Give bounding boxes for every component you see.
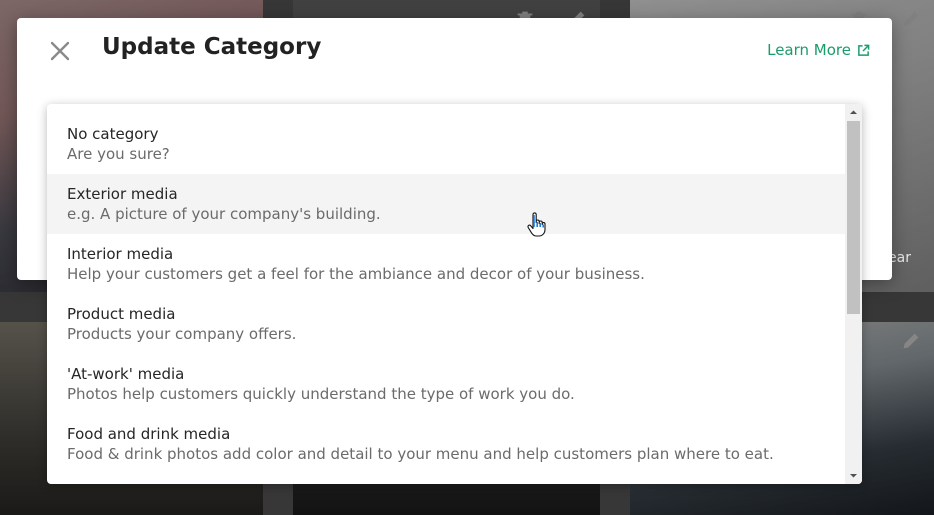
category-option[interactable]: Interior media Help your customers get a … xyxy=(47,234,845,294)
scroll-up-icon[interactable] xyxy=(845,104,862,121)
category-option[interactable]: 'At-work' media Photos help customers qui… xyxy=(47,354,845,414)
close-button[interactable] xyxy=(47,38,73,64)
category-dropdown[interactable]: No category Are you sure? Exterior media e.… xyxy=(47,104,862,484)
option-description: e.g. A picture of your company's buildin… xyxy=(67,205,381,223)
option-description: Are you sure? xyxy=(67,145,170,163)
category-option[interactable]: Exterior media e.g. A picture of your com… xyxy=(47,174,845,234)
option-description: Photos help customers quickly understand… xyxy=(67,385,575,403)
option-title: Exterior media xyxy=(67,185,178,203)
option-title: Interior media xyxy=(67,245,174,263)
option-description: Products your company offers. xyxy=(67,325,297,343)
category-option[interactable]: Product media Products your company offer… xyxy=(47,294,845,354)
option-title: No category xyxy=(67,125,159,143)
scrollbar[interactable] xyxy=(845,104,862,484)
scrollbar-thumb[interactable] xyxy=(847,121,860,314)
category-option[interactable]: No category Are you sure? xyxy=(47,114,845,174)
learn-more-link[interactable]: Learn More xyxy=(767,41,870,59)
category-option[interactable]: Food and drink media Food & drink photos … xyxy=(47,414,845,474)
option-title: 'At-work' media xyxy=(67,365,185,383)
option-description: Help your customers get a feel for the a… xyxy=(67,265,645,283)
close-icon xyxy=(50,41,70,61)
option-title: Product media xyxy=(67,305,176,323)
option-description: Food & drink photos add color and detail… xyxy=(67,445,774,463)
modal-title: Update Category xyxy=(102,34,322,60)
learn-more-label: Learn More xyxy=(767,41,851,59)
option-title: Food and drink media xyxy=(67,425,231,443)
external-link-icon xyxy=(858,44,870,56)
category-options: No category Are you sure? Exterior media e.… xyxy=(47,104,845,474)
scroll-down-icon[interactable] xyxy=(845,467,862,484)
